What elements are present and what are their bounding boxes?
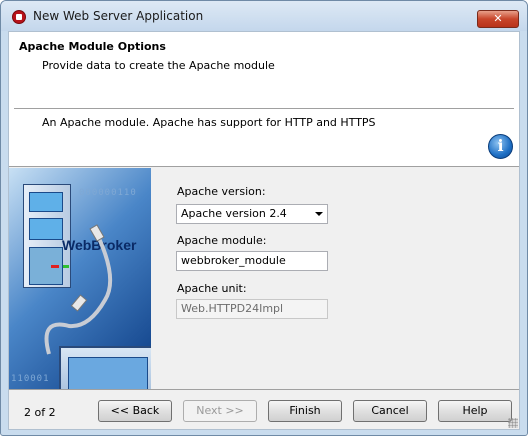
info-icon[interactable]: i xyxy=(488,134,513,159)
wizard-client-area: Apache Module Options Provide data to cr… xyxy=(8,31,520,430)
help-button[interactable]: Help xyxy=(438,400,512,422)
apache-version-dropdown[interactable]: Apache version 2.4 xyxy=(176,204,328,224)
back-button[interactable]: << Back xyxy=(98,400,172,422)
page-indicator: 2 of 2 xyxy=(24,406,56,419)
delphi-icon xyxy=(12,10,26,24)
resize-grip[interactable] xyxy=(508,418,518,428)
apache-version-value: Apache version 2.4 xyxy=(181,207,287,220)
page-subtitle: Provide data to create the Apache module xyxy=(42,59,275,72)
header-divider xyxy=(14,108,514,110)
wizard-window: New Web Server Application ✕ Apache Modu… xyxy=(0,0,528,436)
apache-unit-label: Apache unit: xyxy=(177,282,247,295)
footer-divider xyxy=(9,389,519,390)
finish-button[interactable]: Finish xyxy=(268,400,342,422)
page-title: Apache Module Options xyxy=(19,40,166,53)
next-button: Next >> xyxy=(183,400,257,422)
apache-module-input[interactable]: webbroker_module xyxy=(176,251,328,271)
title-bar[interactable]: New Web Server Application ✕ xyxy=(1,1,527,31)
close-button[interactable]: ✕ xyxy=(477,10,519,28)
window-title: New Web Server Application xyxy=(33,9,204,23)
section-divider xyxy=(9,166,519,167)
apache-version-label: Apache version: xyxy=(177,185,266,198)
page-description: An Apache module. Apache has support for… xyxy=(42,116,376,129)
webbroker-side-image: 000000110 110001 WebBroker xyxy=(9,168,151,389)
chevron-down-icon[interactable] xyxy=(315,212,323,216)
monitor-illustration xyxy=(59,346,151,389)
apache-module-label: Apache module: xyxy=(177,234,267,247)
wizard-header: Apache Module Options Provide data to cr… xyxy=(9,32,519,166)
apache-unit-input: Web.HTTPD24Impl xyxy=(176,299,328,319)
cancel-button[interactable]: Cancel xyxy=(353,400,427,422)
